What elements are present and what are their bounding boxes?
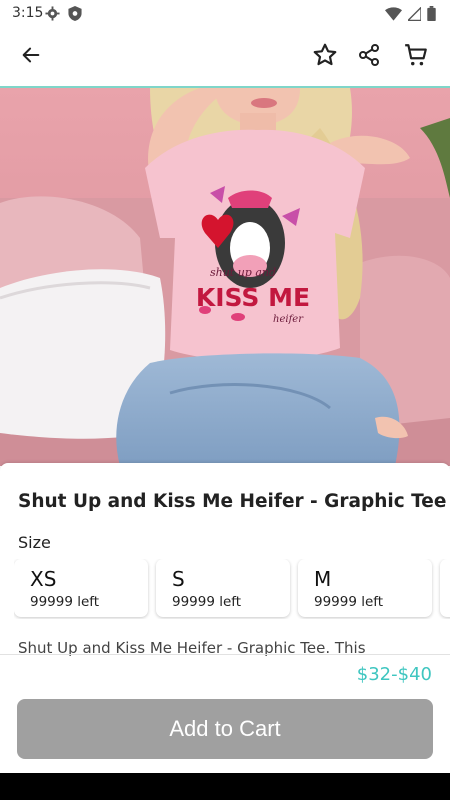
size-option-m[interactable]: M 99999 left bbox=[298, 559, 432, 617]
size-selector: XS 99999 left S 99999 left M 99999 left bbox=[14, 559, 450, 619]
status-bar: 3:15 bbox=[0, 0, 450, 28]
favorite-button[interactable] bbox=[308, 40, 342, 74]
app-bar bbox=[0, 28, 450, 86]
system-navigation-bar bbox=[0, 773, 450, 800]
size-stock: 99999 left bbox=[30, 594, 100, 610]
size-name: S bbox=[172, 567, 185, 591]
cart-button[interactable] bbox=[399, 40, 433, 74]
price-range: $32-$40 bbox=[356, 664, 432, 685]
battery-icon bbox=[427, 6, 436, 25]
share-button[interactable] bbox=[352, 40, 386, 74]
shirt-script-bottom: heifer bbox=[273, 314, 304, 325]
arrow-left-icon bbox=[20, 44, 42, 70]
size-stock: 99999 left bbox=[314, 594, 384, 610]
signal-icon bbox=[406, 5, 422, 25]
star-icon bbox=[312, 42, 338, 72]
status-time: 3:15 bbox=[12, 5, 44, 21]
wifi-icon bbox=[385, 6, 402, 25]
divider bbox=[0, 654, 450, 655]
back-button[interactable] bbox=[14, 40, 48, 74]
size-name: XS bbox=[30, 567, 57, 591]
add-to-cart-button[interactable]: Add to Cart bbox=[17, 699, 433, 759]
size-option-xs[interactable]: XS 99999 left bbox=[14, 559, 148, 617]
share-icon bbox=[357, 43, 381, 71]
product-image[interactable]: shut up and KISS ME heifer bbox=[0, 88, 450, 466]
settings-gear-icon bbox=[45, 6, 60, 25]
cart-icon bbox=[403, 42, 429, 72]
shield-icon bbox=[68, 6, 82, 25]
size-stock: 99999 left bbox=[172, 594, 242, 610]
size-name: M bbox=[314, 567, 332, 591]
product-details-sheet: Shut Up and Kiss Me Heifer - Graphic Tee… bbox=[0, 463, 450, 783]
size-option-next[interactable] bbox=[440, 559, 450, 617]
product-title: Shut Up and Kiss Me Heifer - Graphic Tee bbox=[18, 491, 447, 512]
size-label: Size bbox=[18, 533, 51, 552]
size-option-s[interactable]: S 99999 left bbox=[156, 559, 290, 617]
shirt-script-top: shut up and bbox=[210, 266, 276, 279]
shirt-kiss-me-text: KISS ME bbox=[196, 283, 310, 312]
